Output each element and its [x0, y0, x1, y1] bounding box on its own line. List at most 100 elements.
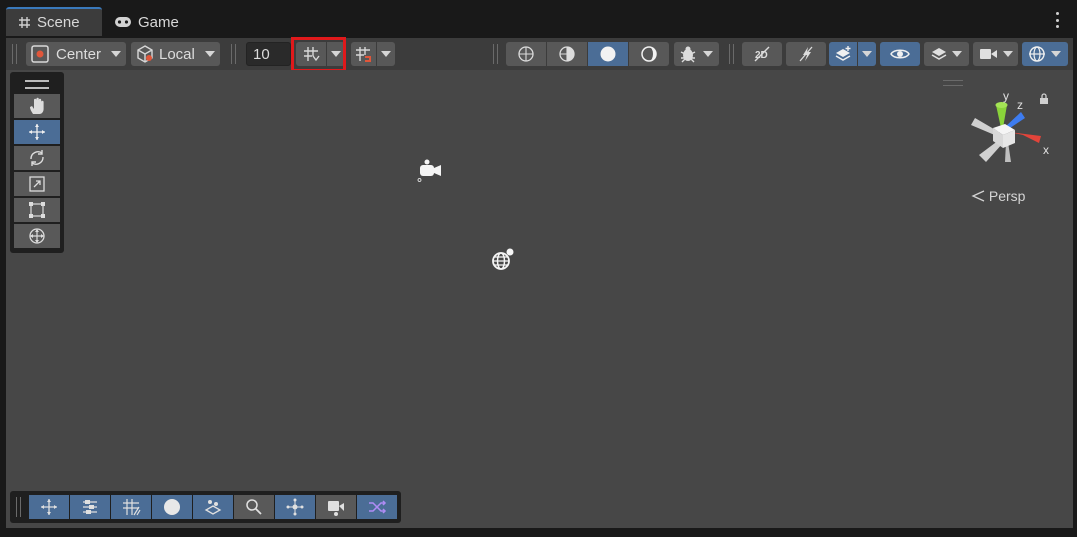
chevron-down-icon — [204, 51, 215, 57]
chevron-down-icon — [1051, 51, 1061, 57]
shaded-sphere-icon — [599, 45, 617, 63]
transform-tools-overlay — [10, 72, 64, 253]
scale-tool-button[interactable] — [14, 172, 60, 196]
transform-tool-button[interactable] — [14, 224, 60, 248]
gizmos-dropdown[interactable] — [1022, 42, 1068, 66]
scene-toolbar: Center Local 10 — [6, 38, 1073, 70]
overlay-ui-toolkit-button[interactable] — [193, 495, 233, 519]
rect-transform-icon — [27, 200, 47, 220]
sphere-icon — [162, 497, 182, 517]
gamepad-icon — [114, 16, 132, 28]
light-off-icon — [797, 45, 815, 63]
toolbar-grip[interactable] — [729, 44, 735, 64]
tool-settings-icon — [80, 497, 100, 517]
grid-snap-icon — [355, 45, 373, 63]
toolbar-grip[interactable] — [493, 44, 499, 64]
overlay-grid-snap-button[interactable] — [111, 495, 151, 519]
overlay-toolbar — [10, 491, 401, 523]
chevron-down-icon — [952, 51, 962, 57]
bug-icon — [678, 44, 698, 64]
pivot-center-icon — [30, 44, 50, 64]
unlit-draw-mode[interactable] — [629, 42, 669, 66]
overlay-camera-preview-button[interactable] — [316, 495, 356, 519]
node-network-icon — [285, 497, 305, 517]
grid-size-value: 10 — [253, 45, 270, 63]
camera-settings-dropdown[interactable] — [973, 42, 1018, 66]
pivot-mode-dropdown[interactable]: Center — [26, 42, 126, 66]
rotate-icon — [27, 148, 47, 168]
eye-icon — [890, 47, 910, 61]
grid-icon — [18, 16, 31, 29]
grid-snapping-toggle[interactable] — [351, 42, 376, 66]
toolbar-grip[interactable] — [12, 44, 18, 64]
chevron-down-icon — [862, 51, 872, 57]
effects-layers-icon — [834, 45, 852, 63]
move-tool-button[interactable] — [14, 120, 60, 144]
unlit-sphere-icon — [640, 45, 658, 63]
scene-visibility-toggle[interactable] — [880, 42, 920, 66]
grid-hatch-icon — [121, 497, 141, 517]
lighting-toggle[interactable] — [786, 42, 826, 66]
shaded-wireframe-draw-mode[interactable] — [547, 42, 587, 66]
more-options-icon[interactable] — [1051, 12, 1063, 28]
rotate-tool-button[interactable] — [14, 146, 60, 170]
projection-label: Persp — [988, 188, 1026, 204]
rect-tool-button[interactable] — [14, 198, 60, 222]
tab-game-label: Game — [138, 13, 179, 31]
tab-scene-label: Scene — [37, 14, 80, 31]
effects-toggle[interactable] — [829, 42, 857, 66]
transform-combined-icon — [27, 226, 47, 246]
overlay-navigation-button[interactable] — [275, 495, 315, 519]
axis-z-label: z — [1017, 98, 1023, 112]
tab-bar: Scene Game — [0, 0, 1077, 38]
overlay-search-button[interactable] — [234, 495, 274, 519]
shuffle-icon — [367, 497, 387, 517]
pivot-rotation-dropdown[interactable]: Local — [131, 42, 220, 66]
grid-visibility-highlight — [291, 37, 346, 72]
layers-nodes-icon — [203, 497, 223, 517]
overlay-shuffle-button[interactable] — [357, 495, 397, 519]
tools-drag-handle[interactable] — [25, 80, 49, 89]
tab-scene[interactable]: Scene — [6, 7, 102, 36]
overlay-sphere-button[interactable] — [152, 495, 192, 519]
hand-icon — [27, 96, 47, 116]
scale-icon — [27, 174, 47, 194]
shaded-draw-mode[interactable] — [588, 42, 628, 66]
layers-icon — [930, 45, 948, 63]
toggle-2d-button[interactable]: 2D — [742, 42, 782, 66]
effects-dropdown[interactable] — [858, 42, 876, 66]
space-mode-label: Local — [159, 45, 195, 63]
bottom-border — [0, 528, 1077, 537]
camera-icon — [979, 47, 999, 61]
hand-tool-button[interactable] — [14, 94, 60, 118]
chevron-down-icon — [381, 51, 391, 57]
mode-2d-crossed-icon: 2D — [752, 45, 772, 63]
shaded-wireframe-sphere-icon — [558, 45, 576, 63]
grid-snapping-dropdown[interactable] — [377, 42, 395, 66]
chevron-down-icon — [1003, 51, 1013, 57]
overlay-toolbar-grip[interactable] — [16, 497, 22, 517]
chevron-down-icon — [703, 51, 713, 57]
camera-icon — [326, 497, 346, 517]
overlay-drag-handle[interactable] — [943, 80, 963, 86]
axis-y-label: y — [1003, 90, 1009, 103]
overlay-move-button[interactable] — [29, 495, 69, 519]
grid-size-field[interactable]: 10 — [246, 42, 291, 66]
overlay-tool-settings-button[interactable] — [70, 495, 110, 519]
global-volume-gizmo-icon[interactable] — [489, 246, 517, 279]
local-cube-icon — [135, 44, 155, 64]
wireframe-draw-mode[interactable] — [506, 42, 546, 66]
toolbar-grip[interactable] — [231, 44, 237, 64]
tab-game[interactable]: Game — [114, 7, 194, 37]
debug-draw-mode-dropdown[interactable] — [674, 42, 719, 66]
pivot-mode-label: Center — [56, 45, 102, 63]
search-icon — [244, 497, 264, 517]
axis-x-label: x — [1043, 143, 1049, 157]
wireframe-sphere-icon — [517, 45, 535, 63]
camera-gizmo-icon[interactable] — [416, 157, 444, 190]
layers-dropdown[interactable] — [924, 42, 969, 66]
lock-icon[interactable] — [1039, 91, 1049, 109]
scene-viewport[interactable]: y z x — [6, 70, 1073, 528]
move-arrows-icon — [27, 122, 47, 142]
projection-toggle[interactable]: Persp — [971, 188, 1025, 204]
